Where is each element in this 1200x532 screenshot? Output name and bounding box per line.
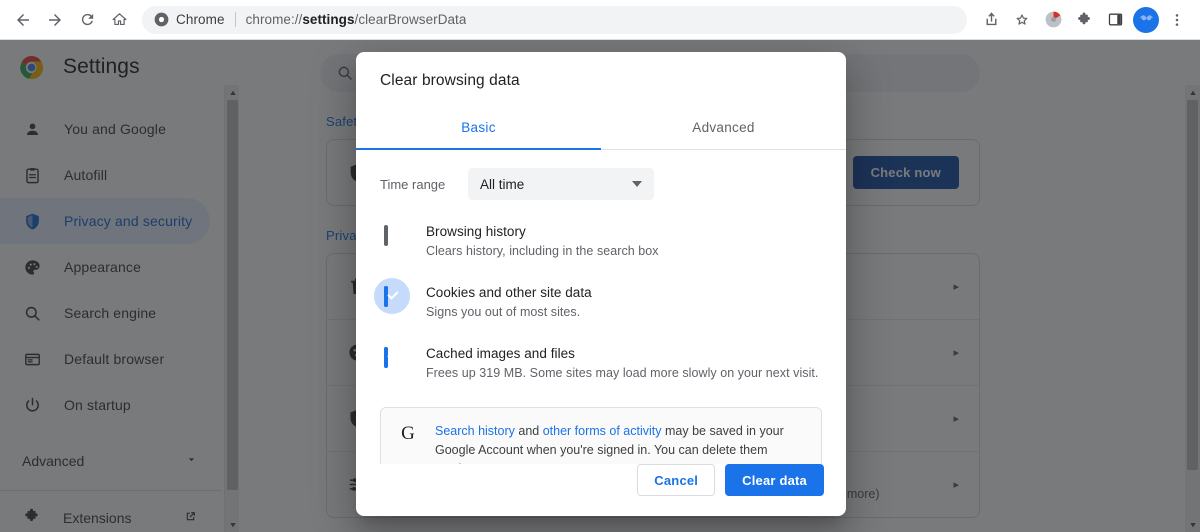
time-range-label: Time range [380,176,446,192]
other-activity-link[interactable]: other forms of activity [543,424,662,438]
tab-advanced[interactable]: Advanced [601,106,846,149]
media-circle-icon[interactable] [1038,5,1068,35]
bookmark-star-icon[interactable] [1007,5,1037,35]
avatar-icon[interactable] [1131,5,1161,35]
option-title: Browsing history [426,224,526,239]
checkbox-cached-images[interactable] [384,347,400,368]
google-account-notice: G Search history and other forms of acti… [380,407,822,464]
side-panel-icon[interactable] [1100,5,1130,35]
search-history-link[interactable]: Search history [435,424,515,438]
clear-data-button[interactable]: Clear data [725,464,824,496]
dialog-body: Time range All time Browsing history Cle… [356,150,846,464]
google-notice-text: Search history and other forms of activi… [435,422,805,464]
clear-browsing-data-dialog: Clear browsing data Basic Advanced Time … [356,52,846,516]
checkbox-box [384,286,388,307]
google-g-icon: G [401,423,415,444]
dialog-footer: Cancel Clear data [356,464,846,516]
time-range-row: Time range All time [380,168,822,200]
omnibox-separator [234,12,236,27]
browser-window: Chrome chrome://settings/clearBrowserDat… [0,0,1200,532]
cancel-button[interactable]: Cancel [637,464,716,496]
option-description: Clears history, including in the search … [426,244,659,258]
toolbar-actions [975,5,1192,35]
back-arrow-icon[interactable] [8,5,38,35]
checkbox-cookies[interactable] [374,278,410,314]
share-icon[interactable] [976,5,1006,35]
option-cookies[interactable]: Cookies and other site data Signs you ou… [374,271,822,332]
more-menu-icon[interactable] [1162,5,1192,35]
checkbox-box [384,347,388,368]
time-range-select[interactable]: All time [468,168,654,200]
browser-toolbar: Chrome chrome://settings/clearBrowserDat… [0,0,1200,40]
tab-basic[interactable]: Basic [356,106,601,150]
option-description: Frees up 319 MB. Some sites may load mor… [426,366,819,380]
omnibox-url: chrome://settings/clearBrowserData [245,12,467,27]
home-icon[interactable] [104,5,134,35]
chrome-page-icon [154,12,169,27]
time-range-value: All time [480,176,525,192]
dialog-tabs: Basic Advanced [356,106,846,150]
forward-arrow-icon[interactable] [40,5,70,35]
dialog-title: Clear browsing data [380,72,520,89]
option-browsing-history[interactable]: Browsing history Clears history, includi… [380,210,822,271]
option-title: Cookies and other site data [426,285,592,300]
checkbox-box [384,225,388,246]
chevron-down-icon [632,181,642,187]
notice-mid: and [514,424,543,438]
checkbox-browsing-history[interactable] [384,225,400,246]
option-description: Signs you out of most sites. [426,305,581,319]
extensions-puzzle-icon[interactable] [1069,5,1099,35]
reload-icon[interactable] [72,5,102,35]
address-bar[interactable]: Chrome chrome://settings/clearBrowserDat… [142,5,967,34]
option-title: Cached images and files [426,346,575,361]
omnibox-chip-label: Chrome [176,12,225,27]
option-cached-images[interactable]: Cached images and files Frees up 319 MB.… [380,332,822,393]
